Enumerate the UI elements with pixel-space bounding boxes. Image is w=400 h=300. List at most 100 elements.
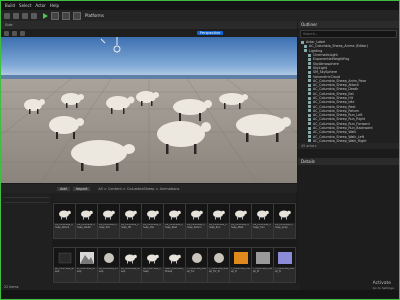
sheep-thumbnail-icon	[186, 204, 207, 223]
lit-icon[interactable]	[20, 30, 25, 36]
asset-name: MI_Columbia_Sheep	[99, 268, 118, 273]
actor-icon	[308, 135, 311, 139]
asset-tile[interactable]: AS_Columbia_Sheep_Hit	[119, 203, 142, 239]
menu-bar: Build Select Actor Help	[1, 1, 399, 10]
asset-name: AS_Columbia_Sheep_Return	[187, 224, 205, 229]
asset-tile[interactable]: AS_Columbia_Sheep_Jump	[273, 203, 296, 239]
sheep-thumbnail-icon	[274, 204, 295, 223]
asset-tile[interactable]: AS_Columbia_Sheep_Rest	[163, 203, 186, 239]
blueprint-icon[interactable]	[31, 12, 37, 19]
sheep-thumbnail-icon	[76, 204, 97, 223]
menu-build[interactable]: Build	[5, 3, 15, 8]
sheep-thumbnail-icon	[208, 204, 229, 223]
breadcrumb[interactable]: All > Content > ColumbiaSheep > Animatio…	[98, 187, 179, 191]
perspective-button[interactable]: Perspective	[197, 31, 224, 35]
actor-icon	[301, 40, 304, 44]
asset-tile[interactable]: SK_Columbia_Sheep	[141, 247, 164, 283]
actor-icon	[308, 105, 311, 109]
actor-icon	[308, 130, 311, 134]
sphere-thumbnail-icon	[98, 248, 119, 267]
outliner-search-input[interactable]: Search...	[300, 30, 397, 38]
menu-actor[interactable]: Actor	[35, 3, 46, 8]
grey-thumbnail-icon	[252, 248, 273, 267]
sheep-thumbnail-icon	[142, 248, 163, 267]
actor-icon	[308, 113, 311, 117]
asset-tile[interactable]: T_Columbia_Sheep_D	[229, 247, 252, 283]
sheep-thumbnail-icon	[120, 248, 141, 267]
sheep-thumbnail-icon	[164, 204, 185, 223]
asset-name: M_Columbia_Sheep	[77, 268, 96, 273]
asset-tile[interactable]: T_Columbia_Sheep_N	[273, 247, 296, 283]
stop-icon[interactable]	[62, 11, 70, 20]
actor-icon	[308, 126, 311, 130]
asset-name: AS_Columbia_Sheep_Eat	[99, 224, 117, 229]
asset-tile[interactable]: PA_Columbia_Sheep	[119, 247, 142, 283]
asset-tile[interactable]: T_Columbia_Sheep_Fur	[185, 247, 208, 283]
actor-icon	[308, 122, 311, 126]
asset-tile[interactable]: AS_Columbia_Sheep_Attack	[53, 203, 76, 239]
asset-name: AS_Columbia_Sheep_Rest	[165, 224, 183, 229]
step-icon[interactable]	[51, 11, 59, 20]
import-button[interactable]: Import	[72, 186, 91, 191]
actor-icon	[304, 49, 307, 53]
asset-tile[interactable]: AS_Columbia_Sheep_Eat	[97, 203, 120, 239]
asset-name: PA_Columbia_Sheep	[121, 268, 140, 273]
asset-name: AS_Columbia_Sheep_Jump	[275, 224, 293, 229]
asset-tile[interactable]: AS_Columbia_Sheep_Return	[185, 203, 208, 239]
actor-icon	[308, 75, 311, 79]
platforms-button[interactable]: Platforms	[85, 13, 104, 18]
details-title: Details	[298, 158, 399, 165]
filter-bar[interactable]	[53, 193, 296, 202]
asset-tile[interactable]: AS_Columbia_Sheep_Idle	[141, 203, 164, 239]
viewport-tabstrip: Side	[1, 21, 297, 29]
asset-tile[interactable]: M_Columbia_Sheep	[75, 247, 98, 283]
viewport-toolbar: Perspective	[1, 29, 297, 37]
actor-icon	[308, 79, 311, 83]
asset-name: BP_Columbia_Sheep	[55, 268, 74, 273]
asset-name: AS_Columbia_Sheep_Turn	[253, 224, 271, 229]
actor-icon	[308, 83, 311, 87]
actor-icon	[304, 44, 307, 48]
asset-tile[interactable]: AS_Columbia_Sheep_Turn	[251, 203, 274, 239]
level-viewport[interactable]	[1, 37, 297, 183]
sheep-thumbnail-icon	[164, 248, 185, 267]
actor-icon	[308, 57, 311, 61]
asset-tile[interactable]: AS_Columbia_Sheep_Walk	[229, 203, 252, 239]
actor-icon	[308, 117, 311, 121]
content-browser-toolbar: Add Import All > Content > ColumbiaSheep…	[1, 184, 297, 193]
asset-tile[interactable]: T_Columbia_Sheep_Fur_N	[207, 247, 230, 283]
play-icon[interactable]	[43, 12, 48, 19]
sheep-thumbnail-icon	[54, 204, 75, 223]
sheep-thumbnail-icon	[142, 204, 163, 223]
add-button[interactable]: Add	[57, 186, 70, 191]
asset-tile[interactable]: BP_Columbia_Sheep	[53, 247, 76, 283]
sphere-thumbnail-icon	[186, 248, 207, 267]
asset-name: AS_Columbia_Sheep_Idle	[143, 224, 161, 229]
asset-tile[interactable]: AS_Columbia_Sheep_Run	[207, 203, 230, 239]
add-actor-icon[interactable]	[22, 12, 28, 19]
menu-select[interactable]: Select	[19, 3, 31, 8]
actor-icon	[308, 87, 311, 91]
menu-icon[interactable]	[4, 30, 9, 36]
asset-name: AS_Columbia_Sheep_Run	[209, 224, 227, 229]
mode-icon[interactable]	[13, 12, 19, 19]
viewport-tab[interactable]: Side	[5, 23, 13, 27]
asset-grid: AS_Columbia_Sheep_Attack AS_Columbia_Shee…	[53, 203, 296, 285]
actor-icon	[308, 100, 311, 104]
status-bar	[1, 290, 399, 298]
asset-tile[interactable]: MI_Columbia_Sheep	[97, 247, 120, 283]
asset-tile[interactable]: SKEL_Columbia_Sheep	[163, 247, 186, 283]
outliner-title: Outliner	[298, 21, 399, 28]
camera-icon[interactable]	[12, 30, 17, 36]
asset-name: T_Columbia_Sheep_Fur	[187, 268, 206, 273]
asset-name: T_Columbia_Sheep_M	[253, 268, 272, 273]
options-icon[interactable]	[73, 11, 81, 20]
outliner-footer: 45 actors	[298, 143, 399, 149]
save-icon[interactable]	[4, 12, 10, 19]
asset-tile[interactable]: AS_Columbia_Sheep_Death	[75, 203, 98, 239]
actor-icon	[308, 92, 311, 96]
menu-help[interactable]: Help	[50, 3, 59, 8]
mountain-thumbnail-icon	[76, 248, 97, 267]
actor-icon	[308, 70, 311, 74]
asset-tile[interactable]: T_Columbia_Sheep_M	[251, 247, 274, 283]
